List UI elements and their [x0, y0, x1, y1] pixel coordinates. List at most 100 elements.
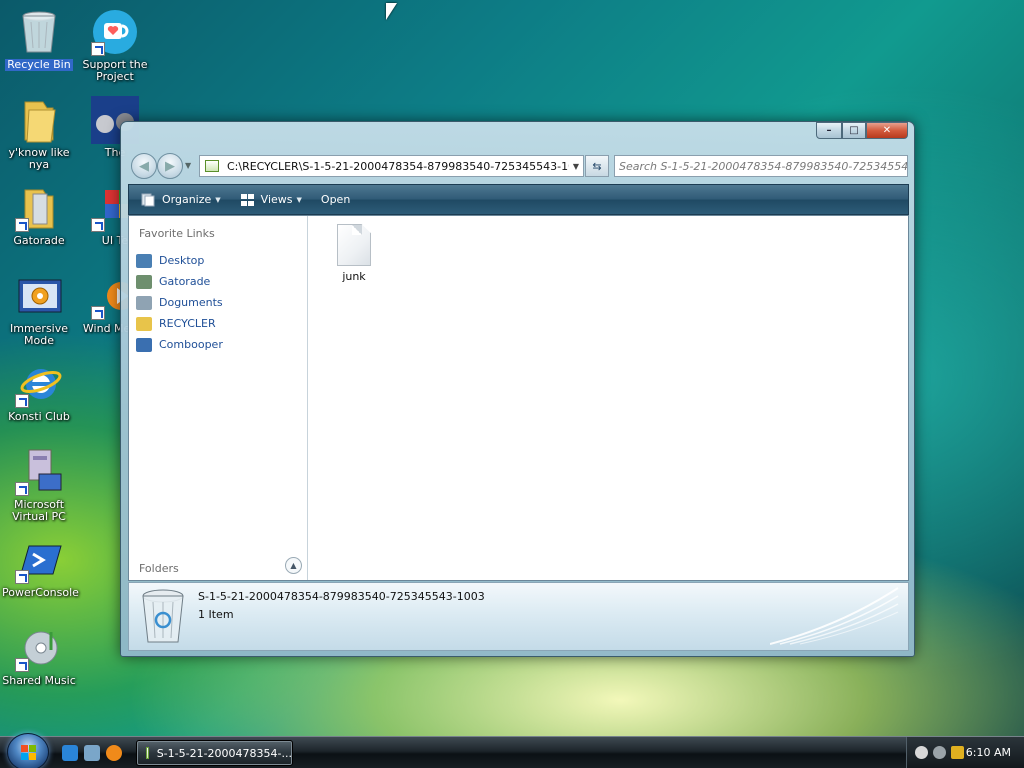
desktop-icon-label: Support the Project [82, 58, 148, 83]
desktop-icon-label: Shared Music [2, 674, 76, 687]
navigation-bar: ◀ ▶ ▼ C:\RECYCLER\S-1-5-21-2000478354-87… [129, 153, 908, 179]
open-label: Open [320, 193, 351, 206]
desktop-icon-yknow-like-nya[interactable]: y'know like nya [0, 96, 78, 171]
shortcut-arrow-icon [15, 218, 29, 232]
desktop-icon-label: Konsti Club [8, 410, 70, 423]
favorite-link-label: RECYCLER [159, 317, 216, 330]
forward-button[interactable]: ▶ [157, 153, 183, 179]
documents-icon [136, 295, 152, 310]
maximize-button[interactable]: □ [842, 122, 866, 139]
folder-shortcut-icon [136, 274, 152, 289]
views-button[interactable]: Views ▼ [240, 193, 302, 207]
desktop-icon-gatorade[interactable]: Gatorade [0, 184, 78, 247]
decorative-swoosh [770, 587, 899, 645]
mouse-cursor [386, 3, 397, 20]
heart-mug-icon [91, 8, 139, 56]
power-console-icon [15, 536, 63, 584]
organize-icon [141, 193, 156, 207]
organize-label: Organize [162, 193, 212, 206]
desktop-icon-immersive-mode[interactable]: Immersive Mode [0, 272, 78, 347]
favorite-link-doguments[interactable]: Doguments [136, 292, 223, 313]
favorite-link-label: Doguments [159, 296, 223, 309]
taskbar: S-1-5-21-2000478354-... 6:10 AM [0, 733, 1024, 768]
details-pane: S-1-5-21-2000478354-879983540-725345543-… [128, 582, 909, 651]
desktop-icon-support-the-project[interactable]: Support the Project [76, 8, 154, 83]
arrow-left-icon: ◀ [139, 158, 149, 174]
file-list-pane[interactable]: junk [309, 216, 908, 580]
organize-button[interactable]: Organize ▼ [141, 193, 221, 207]
search-input[interactable]: Search S-1-5-21-2000478354-879983540-725… [614, 155, 908, 177]
quicklaunch-internet-explorer-icon[interactable] [62, 745, 78, 761]
desktop-icon-microsoft-virtual-pc[interactable]: Microsoft Virtual PC [0, 448, 78, 523]
refresh-icon: ⇆ [592, 159, 602, 173]
favorite-link-recycler[interactable]: RECYCLER [136, 313, 223, 334]
recycle-bin-icon [15, 8, 63, 56]
shortcut-arrow-icon [91, 218, 105, 232]
favorite-link-label: Desktop [159, 254, 205, 267]
desktop-icon-label: Immersive Mode [9, 322, 69, 347]
favorite-links-list: Desktop Gatorade Doguments RECYCLER Comb… [136, 250, 223, 355]
navigation-pane: Favorite Links Desktop Gatorade Dogument… [129, 216, 308, 580]
shortcut-arrow-icon [91, 42, 105, 56]
quicklaunch-media-player-icon[interactable] [106, 745, 122, 761]
explorer-content: Favorite Links Desktop Gatorade Dogument… [128, 215, 909, 581]
file-item[interactable]: junk [329, 224, 379, 283]
caption-buttons: – □ ✕ [816, 122, 908, 139]
chevron-up-icon[interactable]: ▲ [285, 557, 302, 574]
favorite-link-combooper[interactable]: Combooper [136, 334, 223, 355]
desktop-icon-recycle-bin[interactable]: Recycle Bin [0, 8, 78, 71]
file-name: junk [342, 270, 366, 283]
address-bar[interactable]: C:\RECYCLER\S-1-5-21-2000478354-87998354… [199, 155, 584, 177]
gear-window-icon [15, 272, 63, 320]
desktop-icon-konsti-club[interactable]: Konsti Club [0, 360, 78, 423]
system-tray: 6:10 AM [906, 737, 1024, 768]
open-button[interactable]: Open [321, 193, 350, 206]
back-button[interactable]: ◀ [131, 153, 157, 179]
favorite-link-desktop[interactable]: Desktop [136, 250, 223, 271]
close-button[interactable]: ✕ [866, 122, 908, 139]
tray-app-icon[interactable] [915, 746, 928, 759]
favorite-link-label: Combooper [159, 338, 223, 351]
computer-icon [136, 337, 152, 352]
chevron-down-icon: ▼ [215, 195, 221, 204]
details-title: S-1-5-21-2000478354-879983540-725345543-… [198, 590, 485, 603]
internet-explorer-icon [15, 360, 63, 408]
folder-icon [15, 184, 63, 232]
shortcut-arrow-icon [15, 658, 29, 672]
desktop-icon [136, 253, 152, 268]
start-button[interactable] [7, 733, 49, 768]
volume-icon[interactable] [933, 746, 946, 759]
favorite-links-heading: Favorite Links [139, 227, 215, 240]
views-icon [240, 193, 255, 207]
favorite-link-label: Gatorade [159, 275, 211, 288]
chevron-down-icon: ▼ [296, 195, 302, 204]
minimize-button[interactable]: – [816, 122, 842, 139]
desktop-icon-powerconsole[interactable]: PowerConsole [0, 536, 79, 599]
desktop-icon-label: PowerConsole [2, 586, 79, 599]
desktop-icon-label: Gatorade [13, 234, 65, 247]
views-label: Views [260, 193, 293, 206]
recycle-folder-icon [146, 747, 149, 759]
address-dropdown-icon[interactable]: ▼ [569, 162, 583, 171]
security-shield-icon[interactable] [951, 746, 964, 759]
shortcut-arrow-icon [91, 306, 105, 320]
explorer-window[interactable]: – □ ✕ ◀ ▶ ▼ C:\RECYCLER\S-1-5-21-2000478… [120, 121, 915, 657]
desktop-icon-label: Recycle Bin [5, 58, 73, 71]
folders-bar[interactable]: Folders ▲ [129, 556, 307, 580]
shortcut-arrow-icon [15, 394, 29, 408]
refresh-button[interactable]: ⇆ [585, 155, 609, 177]
folders-label: Folders [139, 562, 179, 575]
arrow-right-icon: ▶ [165, 158, 175, 174]
windows-logo-icon [21, 745, 36, 760]
recent-pages-dropdown[interactable]: ▼ [185, 161, 191, 170]
quicklaunch-show-desktop-icon[interactable] [84, 745, 100, 761]
taskbar-window-button[interactable]: S-1-5-21-2000478354-... [136, 740, 293, 766]
favorite-link-gatorade[interactable]: Gatorade [136, 271, 223, 292]
recycle-folder-icon [205, 160, 219, 172]
taskbar-window-label: S-1-5-21-2000478354-... [156, 746, 292, 760]
address-text: C:\RECYCLER\S-1-5-21-2000478354-87998354… [227, 159, 569, 173]
desktop-icon-label: y'know like nya [8, 146, 70, 171]
shared-music-icon [15, 624, 63, 672]
clock[interactable]: 6:10 AM [966, 746, 1011, 759]
desktop-icon-shared-music[interactable]: Shared Music [0, 624, 78, 687]
